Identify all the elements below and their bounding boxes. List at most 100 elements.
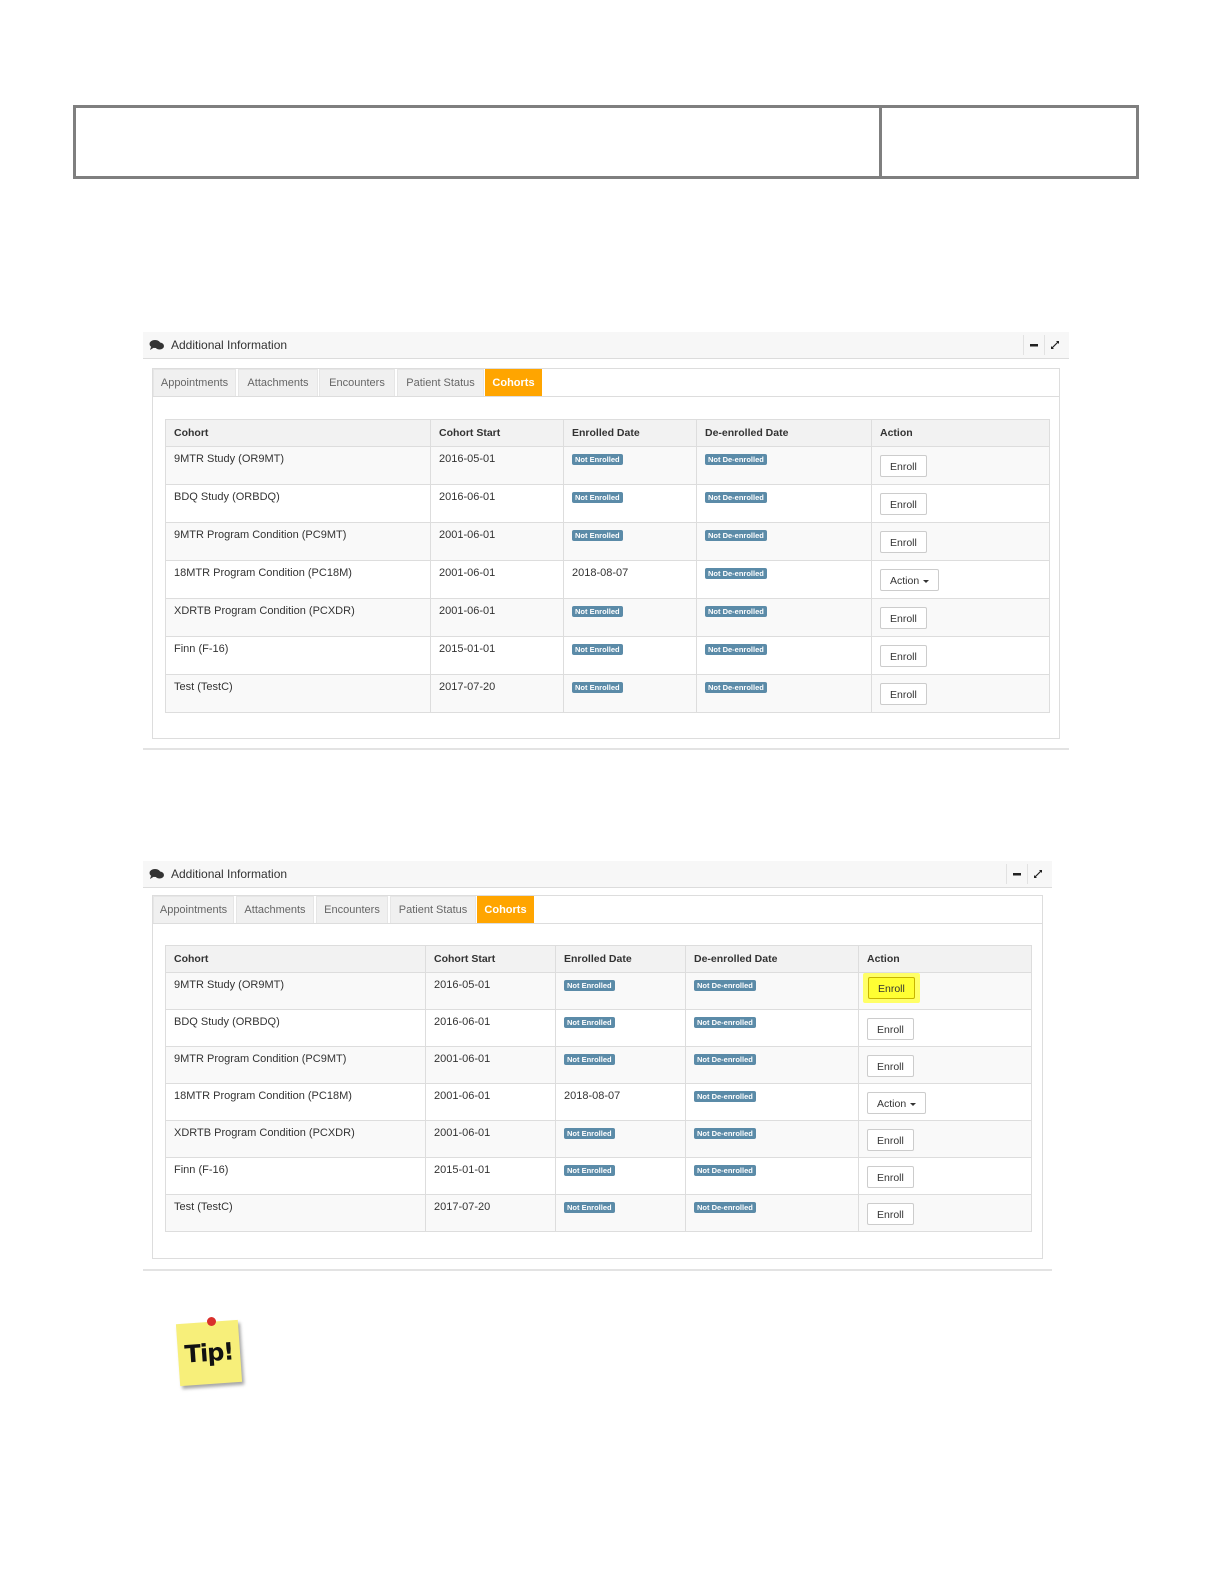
- not-enrolled-badge: Not Enrolled: [572, 606, 623, 617]
- column-header-cohort-start: Cohort Start: [425, 945, 556, 973]
- cohort-start: 2017-07-20: [430, 674, 564, 713]
- table-row: 9MTR Study (OR9MT) 2016-05-01 Not Enroll…: [165, 972, 1032, 1010]
- action-label: Action: [890, 575, 920, 587]
- table-row: Test (TestC) 2017-07-20 Not Enrolled Not…: [165, 1194, 1032, 1232]
- cohort-name: Finn (F-16): [165, 1157, 426, 1195]
- cohort-name: 9MTR Study (OR9MT): [165, 446, 431, 485]
- not-deenrolled-badge: Not De-enrolled: [694, 980, 756, 991]
- enroll-button-highlighted[interactable]: Enroll: [868, 977, 915, 999]
- minimize-button[interactable]: [1023, 335, 1044, 355]
- enroll-button[interactable]: Enroll: [880, 645, 927, 667]
- cohort-start: 2001-06-01: [430, 560, 564, 599]
- not-enrolled-badge: Not Enrolled: [564, 1202, 615, 1213]
- cohort-name: BDQ Study (ORBDQ): [165, 1009, 426, 1047]
- column-header-cohort: Cohort: [165, 945, 426, 973]
- not-deenrolled-badge: Not De-enrolled: [705, 492, 767, 503]
- cohort-name: 9MTR Study (OR9MT): [165, 972, 426, 1010]
- cohort-start: 2016-05-01: [425, 972, 556, 1010]
- cohort-start: 2016-05-01: [430, 446, 564, 485]
- column-header-enrolled-date: Enrolled Date: [555, 945, 686, 973]
- minimize-button[interactable]: [1006, 864, 1027, 884]
- not-enrolled-badge: Not Enrolled: [564, 1054, 615, 1065]
- not-deenrolled-badge: Not De-enrolled: [694, 1165, 756, 1176]
- table-row: BDQ Study (ORBDQ) 2016-06-01 Not Enrolle…: [165, 1009, 1032, 1047]
- cohort-name: 9MTR Program Condition (PC9MT): [165, 522, 431, 561]
- cohort-start: 2016-06-01: [425, 1009, 556, 1047]
- cohort-name: Finn (F-16): [165, 636, 431, 675]
- cohort-start: 2015-01-01: [430, 636, 564, 675]
- cohort-start: 2001-06-01: [425, 1083, 556, 1121]
- not-enrolled-badge: Not Enrolled: [564, 980, 615, 991]
- panel-body: Appointments Attachments Encounters Pati…: [152, 895, 1043, 1259]
- header-table: [73, 105, 1139, 179]
- cohort-start: 2017-07-20: [425, 1194, 556, 1232]
- pushpin-icon: [207, 1317, 216, 1326]
- not-deenrolled-badge: Not De-enrolled: [694, 1202, 756, 1213]
- header-cell-left: [76, 108, 882, 176]
- not-deenrolled-badge: Not De-enrolled: [694, 1054, 756, 1065]
- cohort-start: 2001-06-01: [425, 1046, 556, 1084]
- cohort-start: 2001-06-01: [425, 1120, 556, 1158]
- tab-attachments[interactable]: Attachments: [238, 369, 318, 396]
- tab-attachments[interactable]: Attachments: [236, 896, 314, 923]
- panel-divider: [143, 748, 1069, 750]
- tab-cohorts[interactable]: Cohorts: [485, 369, 542, 396]
- additional-information-panel-1: Additional Information Appointments Atta…: [143, 332, 1069, 739]
- enroll-button[interactable]: Enroll: [867, 1203, 914, 1225]
- minus-icon: [1013, 873, 1021, 876]
- column-header-enrolled-date: Enrolled Date: [563, 419, 697, 447]
- tab-patient-status[interactable]: Patient Status: [397, 369, 484, 396]
- not-deenrolled-badge: Not De-enrolled: [694, 1017, 756, 1028]
- enroll-button[interactable]: Enroll: [880, 455, 927, 477]
- enroll-button[interactable]: Enroll: [867, 1129, 914, 1151]
- not-enrolled-badge: Not Enrolled: [564, 1017, 615, 1028]
- tip-sticky-note: Tip!: [175, 1319, 243, 1387]
- table-row: Finn (F-16) 2015-01-01 Not Enrolled Not …: [165, 1157, 1032, 1195]
- table-header-row: Cohort Cohort Start Enrolled Date De-enr…: [165, 419, 1050, 447]
- cohort-name: Test (TestC): [165, 1194, 426, 1232]
- enroll-button[interactable]: Enroll: [880, 607, 927, 629]
- cohort-start: 2015-01-01: [425, 1157, 556, 1195]
- enroll-button[interactable]: Enroll: [880, 531, 927, 553]
- not-enrolled-badge: Not Enrolled: [572, 682, 623, 693]
- cohort-table: Cohort Cohort Start Enrolled Date De-enr…: [165, 419, 1050, 713]
- panel-header: Additional Information: [143, 861, 1052, 888]
- tab-encounters[interactable]: Encounters: [316, 896, 388, 923]
- cohort-name: BDQ Study (ORBDQ): [165, 484, 431, 523]
- cohort-name: Test (TestC): [165, 674, 431, 713]
- enroll-button[interactable]: Enroll: [880, 683, 927, 705]
- not-deenrolled-badge: Not De-enrolled: [705, 606, 767, 617]
- caret-down-icon: [923, 579, 930, 583]
- tab-encounters[interactable]: Encounters: [319, 369, 395, 396]
- cohort-name: XDRTB Program Condition (PCXDR): [165, 598, 431, 637]
- not-deenrolled-badge: Not De-enrolled: [705, 568, 767, 579]
- panel-title: Additional Information: [171, 338, 288, 352]
- enroll-button[interactable]: Enroll: [880, 493, 927, 515]
- table-row: Finn (F-16) 2015-01-01 Not Enrolled Not …: [165, 636, 1050, 675]
- column-header-cohort-start: Cohort Start: [430, 419, 564, 447]
- cohort-start: 2001-06-01: [430, 522, 564, 561]
- enroll-button[interactable]: Enroll: [867, 1055, 914, 1077]
- not-enrolled-badge: Not Enrolled: [564, 1128, 615, 1139]
- comments-icon: [149, 869, 164, 879]
- not-enrolled-badge: Not Enrolled: [572, 454, 623, 465]
- column-header-action: Action: [871, 419, 1050, 447]
- tab-patient-status[interactable]: Patient Status: [390, 896, 476, 923]
- minus-icon: [1030, 344, 1038, 347]
- highlight-marker: Enroll: [863, 973, 920, 1003]
- column-header-action: Action: [858, 945, 1032, 973]
- panel-header: Additional Information: [143, 332, 1069, 359]
- tab-appointments[interactable]: Appointments: [153, 896, 234, 923]
- expand-button[interactable]: [1044, 335, 1065, 355]
- not-deenrolled-badge: Not De-enrolled: [705, 530, 767, 541]
- expand-button[interactable]: [1027, 864, 1048, 884]
- action-dropdown-button[interactable]: Action: [867, 1092, 927, 1114]
- enroll-button[interactable]: Enroll: [867, 1018, 914, 1040]
- action-dropdown-button[interactable]: Action: [880, 569, 940, 591]
- tab-cohorts[interactable]: Cohorts: [477, 896, 534, 923]
- column-header-cohort: Cohort: [165, 419, 431, 447]
- table-row: XDRTB Program Condition (PCXDR) 2001-06-…: [165, 598, 1050, 637]
- header-cell-right: [882, 108, 1136, 176]
- enroll-button[interactable]: Enroll: [867, 1166, 914, 1188]
- tab-appointments[interactable]: Appointments: [153, 369, 236, 396]
